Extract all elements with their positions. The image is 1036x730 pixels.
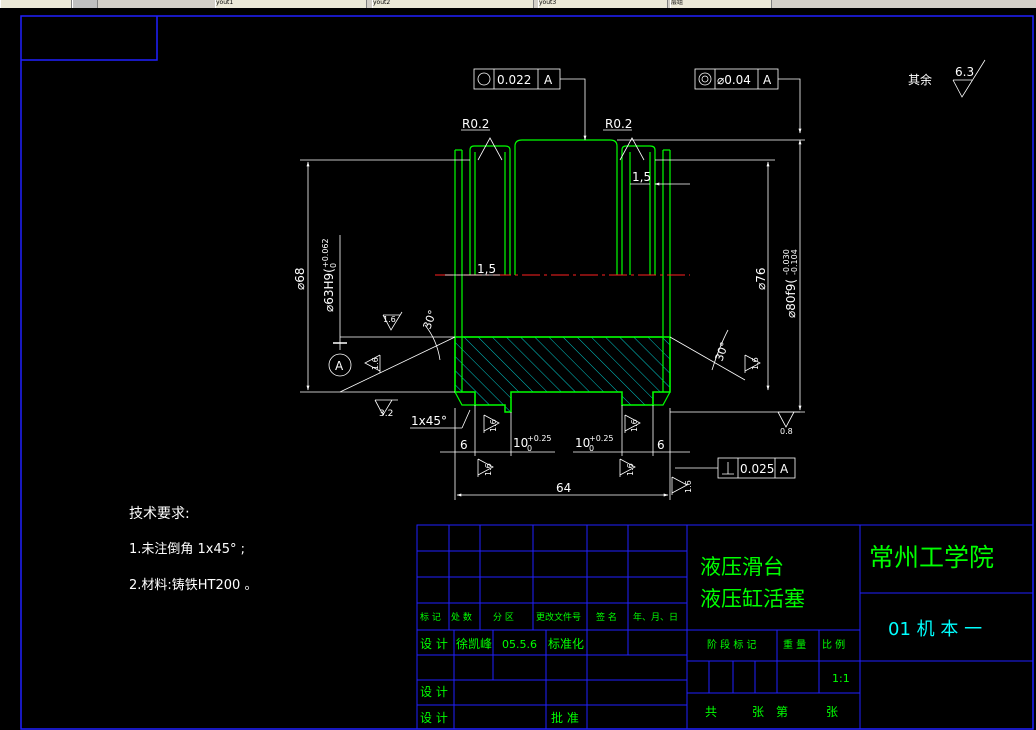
design-label-3: 设 计 (420, 711, 448, 725)
sheets-zhang-label: 张 (752, 705, 764, 719)
gdt-circularity-datum: A (544, 73, 553, 87)
design-label-2: 设 计 (420, 685, 448, 699)
roughness-label-4: 1.6 (489, 419, 498, 432)
standardize-label: 标准化 (548, 637, 584, 651)
designer-label: 设 计 (420, 637, 448, 651)
roughness-label-7: 1.6 (626, 463, 635, 476)
designer-name: 徐凯峰 (456, 636, 492, 651)
sheets-total-label: 共 (705, 705, 717, 719)
gdt-circularity-value: 0.022 (497, 73, 531, 87)
diameter-63-tol-lower: 0 (329, 263, 338, 268)
surface-default-value: 6.3 (955, 65, 974, 79)
dim-six-left: 6 (460, 438, 468, 452)
diameter-63-label: ⌀63H9( (322, 268, 336, 312)
dim-ten-right: 10 (575, 436, 590, 450)
roughness-label-3: 1.6 (751, 357, 760, 370)
part-name-line-1: 液压滑台 (700, 555, 784, 579)
dimension-lines (300, 78, 805, 500)
notes-line-2: 2.材料:铸铁HT200 。 (129, 577, 257, 593)
approve-label: 批 准 (551, 710, 579, 725)
roughness-label-5: 1.6 (630, 419, 639, 432)
roughness-label-6: 1.6 (484, 463, 493, 476)
header-col-change-doc: 更改文件号 (536, 611, 581, 623)
surface-default-prefix: 其余 (908, 72, 932, 87)
angle-right-label: 30° (713, 340, 732, 363)
gdt-concentricity-datum: A (763, 73, 772, 87)
diameter-80-tol-lower: -0.104 (790, 249, 799, 275)
groove-width-left: 1,5 (477, 262, 496, 276)
groove-width-right: 1,5 (632, 170, 651, 184)
cad-drawing-canvas[interactable]: R0.2 R0.2 1,5 1,5 ⌀68 ⌀63H9( +0.062 0 ⌀7… (0, 0, 1036, 730)
notes-heading: 技术要求: (129, 506, 190, 522)
header-col-date: 年、月、日 (633, 611, 678, 623)
header-col-zone: 分 区 (493, 612, 514, 623)
part-name-line-2: 液压缸活塞 (700, 587, 805, 611)
header-col-sign: 签 名 (596, 611, 617, 623)
scale-label: 比 例 (822, 638, 845, 651)
concentricity-icon (698, 72, 712, 86)
datum-a-label: A (335, 359, 344, 373)
dim-ten-left-tol-low: 0 (527, 444, 532, 453)
gdt-perpendicularity-value: 0.025 (740, 462, 774, 476)
dim-six-right: 6 (657, 438, 665, 452)
roughness-label-10: 0.8 (780, 427, 793, 436)
scale-value: 1:1 (832, 672, 850, 685)
frame-corner-box (21, 16, 158, 61)
dim-ten-left-tol-up: +0.25 (527, 434, 552, 443)
roughness-label-8: 1.6 (684, 480, 693, 493)
weight-label: 重 量 (783, 638, 806, 651)
gdt-concentricity-value: ⌀0.04 (717, 73, 751, 87)
datum-a-symbol: A (328, 337, 352, 377)
dim-ten-right-tol-up: +0.25 (589, 434, 614, 443)
dim-ten-right-tol-low: 0 (589, 444, 594, 453)
perpendicularity-icon (722, 462, 734, 475)
sheets-zhang2-label: 张 (826, 705, 838, 719)
diameter-80-label: ⌀80f9( (784, 279, 798, 318)
diameter-68-label: ⌀68 (293, 268, 307, 291)
header-col-mark: 标 记 (420, 611, 441, 623)
gdt-perpendicularity-datum: A (780, 462, 789, 476)
stage-label: 阶 段 标 记 (707, 638, 757, 651)
radius-label-left: R0.2 (462, 117, 489, 131)
diameter-76-label: ⌀76 (754, 268, 768, 291)
notes-line-1: 1.未注倒角 1x45° ; (129, 542, 245, 557)
sheets-di-label: 第 (776, 705, 788, 719)
class-name: 01 机 本 一 (888, 619, 982, 640)
school-name: 常州工学院 (869, 543, 994, 572)
circularity-icon (477, 72, 491, 86)
hatched-section (454, 336, 671, 413)
design-date: 05.5.6 (502, 638, 537, 651)
chamfer-label: 1x45° (411, 414, 447, 428)
angle-left-label: 30° (421, 308, 440, 331)
radius-label-right: R0.2 (605, 117, 632, 131)
roughness-label-1: 1.6 (383, 315, 396, 324)
roughness-label-2: 1.6 (371, 357, 380, 370)
dim-total-length: 64 (556, 481, 571, 495)
dim-ten-left: 10 (513, 436, 528, 450)
roughness-label-9: 3.2 (379, 409, 393, 419)
header-col-count: 处 数 (451, 611, 472, 623)
